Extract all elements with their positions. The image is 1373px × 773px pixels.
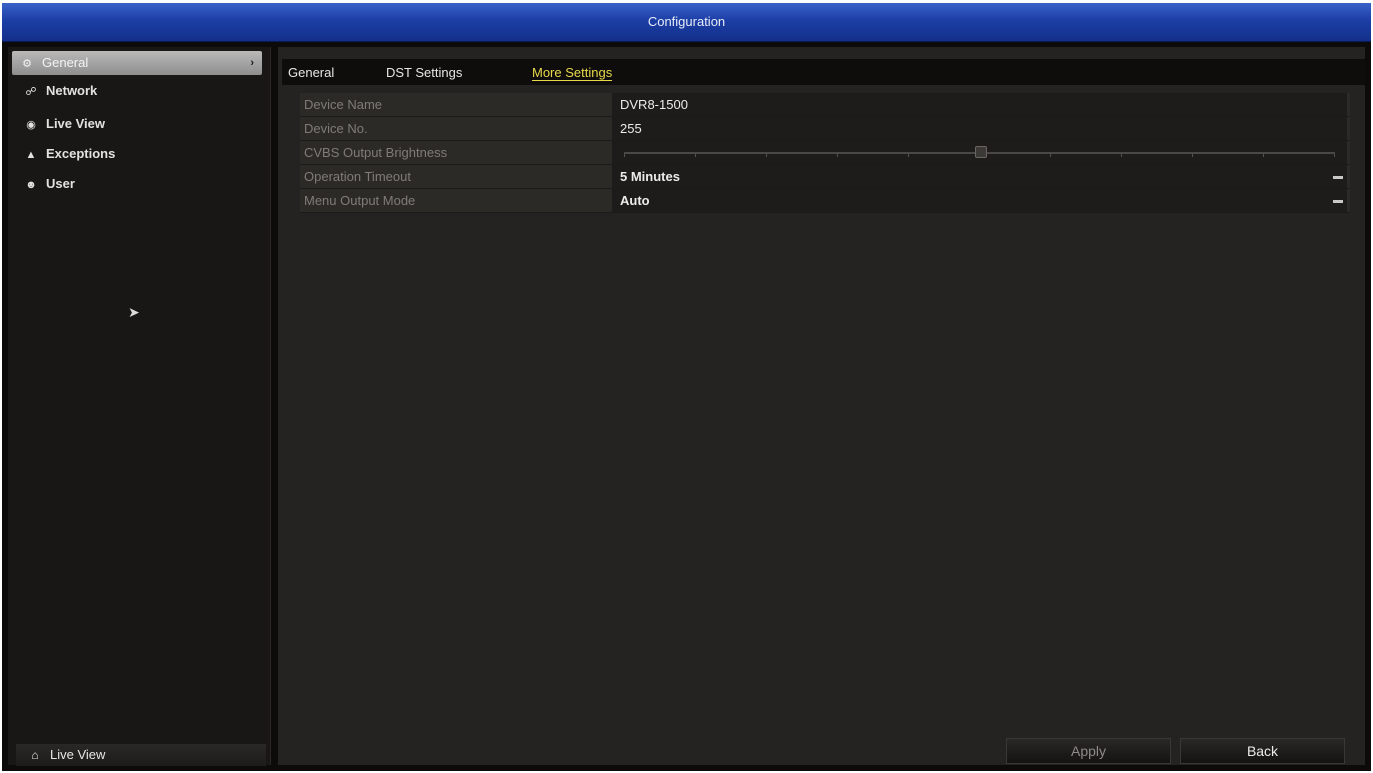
setting-row-cvbs-brightness: CVBS Output Brightness [300,141,1350,165]
main-panel: General DST Settings More Settings Devic… [278,47,1365,765]
sidebar-item-general[interactable]: ⚙ General › [12,51,262,75]
device-name-value: DVR8-1500 [620,97,688,112]
device-no-value: 255 [620,121,642,136]
sidebar-item-label: User [46,176,75,191]
operation-timeout-value: 5 Minutes [620,169,680,184]
tab-more-settings[interactable]: More Settings [532,59,613,85]
setting-row-device-name: Device Name DVR8-1500 [300,93,1350,117]
tab-general[interactable]: General [288,59,334,85]
apply-button[interactable]: Apply [1006,738,1171,764]
setting-label: Device No. [304,121,368,136]
back-button[interactable]: Back [1180,738,1345,764]
menu-output-mode-value: Auto [620,193,650,208]
setting-label: Device Name [304,97,383,112]
setting-label: CVBS Output Brightness [304,145,448,160]
menu-output-mode-dropdown[interactable]: Auto ▬ [612,189,1347,212]
sidebar-item-exceptions[interactable]: ▲ Exceptions [16,142,268,166]
device-name-input[interactable]: DVR8-1500 [612,93,1347,116]
sidebar: ⚙ General › ☍ Network ◉ Live View ▲ Exceptio… [8,47,271,766]
sidebar-item-label: Exceptions [46,146,116,161]
tab-dst-settings[interactable]: DST Settings [386,59,462,85]
mouse-cursor-icon: ➤ [128,304,140,320]
warning-icon: ▲ [25,149,37,161]
chevron-right-icon: › [250,57,254,69]
home-icon: ⌂ [31,748,39,762]
sidebar-item-label: Live View [46,116,106,131]
tab-bar: General DST Settings More Settings [282,59,1365,85]
sidebar-item-network[interactable]: ☍ Network [16,79,268,103]
sidebar-item-live-view[interactable]: ◉ Live View [16,112,268,136]
window-title: Configuration [2,3,1371,42]
slider-handle[interactable] [974,146,987,158]
setting-label: Menu Output Mode [304,193,416,208]
network-icon: ☍ [25,86,37,98]
setting-row-device-no: Device No. 255 [300,117,1350,141]
device-no-input[interactable]: 255 [612,117,1347,140]
live-view-button[interactable]: ⌂ Live View [16,744,266,766]
setting-row-operation-timeout: Operation Timeout 5 Minutes ▬ [300,165,1350,189]
sidebar-item-user[interactable]: ☻ User [16,172,268,196]
cvbs-brightness-slider[interactable] [612,141,1347,164]
setting-row-menu-output-mode: Menu Output Mode Auto ▬ [300,189,1350,213]
users-icon: ☻ [25,179,37,191]
sidebar-item-label: General [42,55,89,70]
sidebar-item-label: Network [46,83,98,98]
tab-label: General [288,65,335,80]
screen: Configuration ⚙ General › ☍ Network ◉ Live … [2,3,1371,771]
dropdown-arrow-icon: ▬ [1333,195,1343,206]
eye-icon: ◉ [26,119,36,131]
dropdown-arrow-icon: ▬ [1333,171,1343,182]
tab-label: DST Settings [386,65,463,80]
live-view-button-label: Live View [50,747,106,762]
setting-label: Operation Timeout [304,169,411,184]
gear-icon: ⚙ [22,58,32,70]
tab-label: More Settings [532,65,613,81]
operation-timeout-dropdown[interactable]: 5 Minutes ▬ [612,165,1347,188]
